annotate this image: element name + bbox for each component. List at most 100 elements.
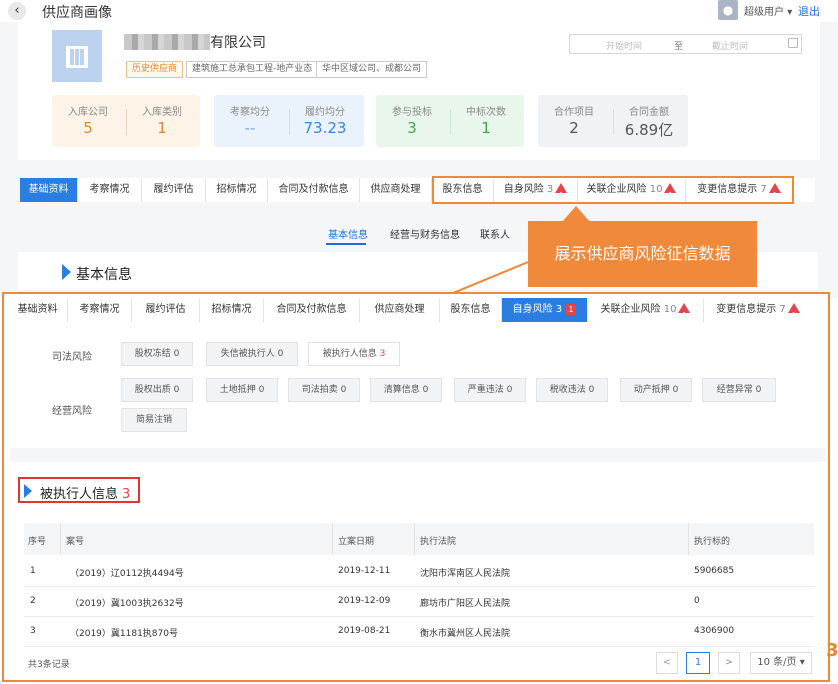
stat-group-cooperation: 合作项目 2 合同金额 6.89亿: [538, 95, 688, 147]
divider: [332, 523, 333, 555]
stat-value: 5: [83, 119, 93, 137]
pagination-prev-button[interactable]: <: [656, 652, 678, 674]
table-cell: 0: [694, 596, 700, 606]
divider: [414, 523, 415, 555]
table-cell: 沈阳市浑南区人民法院: [420, 569, 511, 579]
pagination-next-button[interactable]: >: [718, 652, 740, 674]
section-title: 基本信息: [76, 267, 132, 283]
tab-inspection[interactable]: 考察情况: [78, 178, 142, 202]
tab-supplier-handling[interactable]: 供应商处理: [360, 178, 432, 202]
tab-performance[interactable]: 履约评估: [132, 298, 200, 322]
tab-basic[interactable]: 基础资料: [8, 298, 68, 322]
risk-chip-exec-info[interactable]: 被执行人信息 3: [308, 342, 400, 366]
alert-badge: 1: [565, 304, 577, 315]
risk-chip[interactable]: 清算信息 0: [370, 378, 442, 402]
company-tag: 建筑施工总承包工程-地产业态: [186, 61, 319, 78]
tab-self-risk[interactable]: 自身风险 3 1: [502, 298, 588, 322]
tab-change-info[interactable]: 变更信息提示 7: [704, 298, 812, 328]
top-bar: ‹ 供应商画像 ● 超级用户 ▾ 退出: [0, 0, 838, 22]
risk-chip[interactable]: 失信被执行人 0: [206, 342, 298, 366]
company-tag: 历史供应商: [126, 61, 184, 78]
subtab-contacts[interactable]: 联系人: [480, 226, 510, 241]
risk-chip[interactable]: 股权冻结 0: [121, 342, 193, 366]
date-range-picker[interactable]: 开始时间 至 截止时间: [569, 34, 802, 54]
column-header: 序号: [28, 537, 47, 547]
table-cell: 衡水市冀州区人民法院: [420, 629, 511, 639]
table-cell: 4306900: [694, 626, 735, 636]
record-total: 共3条记录: [28, 660, 70, 670]
table-cell: （2019）辽0112执4494号: [70, 569, 184, 579]
back-button[interactable]: ‹: [8, 2, 26, 20]
tab-supplier-handling[interactable]: 供应商处理: [360, 298, 440, 322]
risk-chip[interactable]: 股权出质 0: [121, 378, 193, 402]
stat-value: 73.23: [303, 119, 347, 137]
logout-link[interactable]: 退出: [798, 3, 820, 19]
table-cell: 2019-12-09: [338, 596, 391, 606]
table-cell: 3: [30, 626, 36, 636]
tab-contract[interactable]: 合同及付款信息: [264, 298, 360, 322]
highlight-box: [432, 176, 794, 204]
user-menu[interactable]: 超级用户 ▾: [744, 3, 792, 18]
column-header: 执行标的: [694, 537, 731, 547]
stat-value: 3: [407, 119, 417, 137]
company-tag: 华中区域公司、成都公司: [316, 61, 428, 78]
stat-value: --: [244, 119, 256, 137]
tab-basic[interactable]: 基础资料: [20, 178, 78, 202]
stat-value: 1: [481, 119, 491, 137]
section-separator: [10, 448, 826, 462]
company-name-redacted: [124, 34, 210, 50]
user-avatar-icon[interactable]: ●: [718, 0, 738, 20]
column-header: 案号: [66, 537, 85, 547]
pagination-page-1[interactable]: 1: [686, 652, 710, 674]
table-cell: 5906685: [694, 566, 735, 576]
risk-chip[interactable]: 税收违法 0: [536, 378, 608, 402]
section-marker-icon: [62, 264, 71, 280]
tab-performance[interactable]: 履约评估: [142, 178, 206, 202]
judicial-risk-label: 司法风险: [52, 352, 92, 363]
subtab-underline: [326, 243, 366, 245]
warning-icon: [678, 303, 691, 328]
divider: [688, 523, 689, 555]
company-name: 有限公司: [210, 35, 266, 51]
row-divider: [24, 646, 814, 647]
section-title: 被执行人信息 3: [40, 487, 131, 502]
risk-chip[interactable]: 简易注销: [121, 408, 187, 432]
column-header: 执行法院: [420, 537, 457, 547]
table-cell: （2019）冀1181执870号: [70, 629, 178, 639]
side-marker: 3: [826, 640, 838, 661]
warning-icon: [787, 303, 800, 328]
date-separator: 至: [674, 42, 684, 52]
row-divider: [24, 616, 814, 617]
chevron-left-icon: ‹: [14, 3, 20, 18]
tab-shareholder[interactable]: 股东信息: [440, 298, 502, 322]
table-cell: （2019）冀1003执2632号: [70, 599, 184, 609]
page-size-select[interactable]: 10 条/页 ▾: [750, 652, 812, 674]
stat-value: 6.89亿: [624, 121, 674, 139]
risk-chip[interactable]: 严重违法 0: [454, 378, 526, 402]
calendar-icon[interactable]: [788, 38, 798, 48]
table-cell: 2: [30, 596, 36, 606]
risk-chip[interactable]: 土地抵押 0: [206, 378, 278, 402]
divider: [60, 523, 61, 555]
stat-value: 2: [569, 119, 579, 137]
stat-value: 1: [157, 119, 167, 137]
row-divider: [24, 586, 814, 587]
subtab-finance[interactable]: 经营与财务信息: [390, 226, 460, 241]
table-cell: 1: [30, 566, 36, 576]
risk-chip[interactable]: 经营异常 0: [702, 378, 776, 402]
tab-bidding[interactable]: 招标情况: [206, 178, 268, 202]
tab-related-risk[interactable]: 关联企业风险 10: [588, 298, 704, 328]
risk-chip[interactable]: 动产抵押 0: [620, 378, 692, 402]
date-end-input[interactable]: 截止时间: [712, 39, 748, 52]
stat-group-bid: 参与投标 3 中标次数 1: [376, 95, 524, 147]
date-start-input[interactable]: 开始时间: [606, 39, 642, 52]
tab-inspection[interactable]: 考察情况: [68, 298, 132, 322]
caret-down-icon: ▾: [799, 657, 805, 668]
risk-chip[interactable]: 司法拍卖 0: [288, 378, 360, 402]
callout-pointer: [562, 206, 590, 222]
tab-contract[interactable]: 合同及付款信息: [268, 178, 360, 202]
tab-bidding[interactable]: 招标情况: [200, 298, 264, 322]
subtab-basic-info[interactable]: 基本信息: [328, 226, 368, 241]
section-marker-icon: [24, 484, 32, 498]
table-cell: 2019-08-21: [338, 626, 391, 636]
